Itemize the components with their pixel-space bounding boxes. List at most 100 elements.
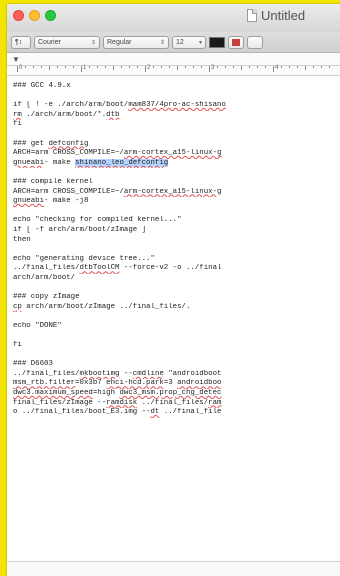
ruler-number: 0 (19, 65, 23, 71)
ruler-tick (185, 66, 186, 68)
text-segment: ehci-hcd.park (106, 379, 164, 388)
text-segment: ARCH=arm CROSS_COMPILE=~/ (13, 149, 124, 158)
ruler-tick (257, 66, 258, 68)
text-line: ### compile kernel (13, 178, 340, 188)
text-segment: ../final_files/ (13, 369, 80, 378)
font-size-value: 12 (176, 38, 184, 46)
text-segment: arm-cortex_a15-linux-g (123, 187, 222, 196)
chevron-updown-icon: ⇕ (159, 39, 165, 46)
text-line: ### GCC 4.9.x (13, 82, 340, 92)
ruler-number: 4 (275, 65, 279, 71)
text-segment: ### compile kernel (13, 177, 93, 186)
tab-stop-icon: ▼ (12, 55, 20, 64)
ruler-tick (137, 66, 138, 68)
ruler-tick (49, 66, 50, 70)
ruler-tick (57, 66, 58, 68)
text-line: final_files/zImage --ramdisk ../final_fi… (13, 399, 340, 409)
ruler-tick (225, 66, 226, 68)
ruler-tick (313, 66, 314, 68)
ruler-tick (209, 66, 210, 72)
text-segment: =0x3b7 (75, 379, 107, 388)
text-line: arch/arm/boot/ (13, 274, 340, 284)
text-line: msm_rtb.filter=0x3b7 ehci-hcd.park=3 and… (13, 379, 340, 389)
ruler-tick (273, 66, 274, 72)
ruler-tick (105, 66, 106, 68)
ruler-tick (113, 66, 114, 70)
text-segment: -- (119, 369, 133, 378)
bold-button[interactable] (247, 35, 263, 49)
paragraph-style-label: ¶↕ (15, 38, 23, 46)
font-style-value: Regular (107, 38, 132, 46)
font-family-value: Courier (38, 38, 61, 46)
text-segment: ARCH=arm CROSS_COMPILE=~/ (13, 187, 124, 196)
close-window-button[interactable] (13, 10, 24, 21)
format-toolbar: ¶↕ Courier ⇕ Regular ⇕ 12 ▾ (7, 32, 340, 53)
text-color-swatch[interactable] (209, 36, 225, 48)
ruler-tick (201, 66, 202, 68)
zoom-window-button[interactable] (45, 10, 56, 21)
text-segment: o ../final_files/boot_E3.img -- (13, 408, 151, 417)
text-segment: ../final_file (159, 408, 222, 417)
ruler-tick (89, 66, 90, 68)
text-segment: dtbToolCM (79, 264, 120, 273)
text-segment: rm (13, 110, 22, 119)
text-segment: ram (208, 398, 222, 407)
text-segment: androidboo (177, 379, 222, 388)
title-bar: Untitled (7, 4, 340, 32)
ruler-tick (41, 66, 42, 68)
text-line (13, 168, 340, 178)
text-segment: - make -j8 (44, 197, 89, 206)
text-line (13, 92, 340, 102)
chevron-down-icon: ▾ (198, 39, 202, 46)
text-editor[interactable]: ### GCC 4.9.x if [ ! -e ./arch/arm/boot/m… (7, 76, 340, 418)
text-line: cp arch/arm/boot/zImage ../final_files/. (13, 303, 340, 313)
text-segment: gnueabi (13, 197, 45, 206)
ruler-tick (161, 66, 162, 68)
text-line: gnueabi- make shinano_leo_defconfig (13, 158, 340, 169)
text-line: echo "DONE" (13, 322, 340, 332)
text-segment: fi (13, 341, 22, 350)
font-size-select[interactable]: 12 ▾ (172, 35, 206, 49)
text-segment: final_files/zImage -- (13, 398, 107, 407)
font-family-select[interactable]: Courier ⇕ (34, 35, 100, 49)
text-segment: ### get (13, 139, 49, 148)
ruler-tick (289, 66, 290, 68)
text-line: ### D6603 (13, 360, 340, 370)
bottom-scroll-area (7, 561, 340, 576)
text-segment: - make (44, 158, 76, 167)
ruler-tick (217, 66, 218, 68)
text-line (13, 283, 340, 293)
ruler-tick (193, 66, 194, 68)
text-segment: msm_rtb.filter (13, 379, 76, 388)
text-line: ARCH=arm CROSS_COMPILE=~/arm-cortex_a15-… (13, 149, 340, 159)
text-segment: arch/arm/boot/zImage ../final_files/. (21, 302, 191, 311)
editor-window: Untitled ¶↕ Courier ⇕ Regular ⇕ 12 ▾ ▼ 0… (7, 4, 340, 576)
text-segment: ### copy zImage (13, 293, 80, 302)
font-style-select[interactable]: Regular ⇕ (103, 35, 169, 49)
ruler-tick (169, 66, 170, 68)
ruler-tick (233, 66, 234, 68)
paragraph-style-button[interactable]: ¶↕ (11, 35, 31, 49)
ruler-tick (297, 66, 298, 68)
ruler-tick (145, 66, 146, 72)
text-segment: arm-cortex_a15-linux-g (123, 149, 222, 158)
ruler-tick (25, 66, 26, 68)
text-segment: ../final_files/ (137, 398, 209, 407)
text-segment: mkbootimg (79, 369, 120, 378)
text-segment: fi (13, 120, 22, 129)
text-segment: defconfig (48, 139, 89, 148)
text-segment: arch/arm/boot/ (13, 273, 76, 282)
text-segment: then (13, 235, 31, 244)
text-line: gnueabi- make -j8 (13, 197, 340, 207)
text-line: o ../final_files/boot_E3.img --dt ../fin… (13, 408, 340, 418)
ruler-tick (321, 66, 322, 68)
text-line (13, 351, 340, 361)
text-segment: if [ -f arch/arm/boot/zImage ] (13, 225, 147, 234)
highlight-color-button[interactable] (228, 35, 244, 49)
minimize-window-button[interactable] (29, 10, 40, 21)
text-line (13, 130, 340, 140)
ruler-number: 1 (83, 65, 87, 71)
text-line: if [ -f arch/arm/boot/zImage ] (13, 226, 340, 236)
ruler-tick (305, 66, 306, 70)
text-line (13, 245, 340, 255)
